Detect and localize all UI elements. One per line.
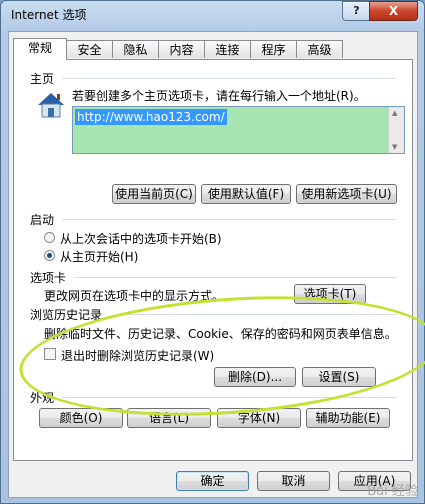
tabs-divider (74, 277, 396, 278)
appearance-divider (62, 397, 396, 398)
history-header: 浏览历史记录 (30, 308, 103, 322)
startup-homepage-label[interactable]: 从主页开始(H) (60, 248, 138, 265)
colors-button[interactable]: 颜色(O) (39, 408, 123, 428)
window-title: Internet 选项 (11, 8, 87, 22)
tab-privacy[interactable]: 隐私 (112, 40, 159, 58)
fonts-button[interactable]: 字体(N) (217, 408, 301, 428)
use-current-button[interactable]: 使用当前页(C) (112, 184, 196, 204)
accessibility-button[interactable]: 辅助功能(E) (306, 408, 390, 428)
homepage-header: 主页 (30, 72, 55, 86)
use-default-button[interactable]: 使用默认值(F) (201, 184, 291, 204)
tabs-section-header: 选项卡 (30, 271, 67, 285)
delete-history-button[interactable]: 删除(D)... (214, 367, 296, 387)
appearance-header: 外观 (30, 391, 55, 405)
internet-options-window: Internet 选项 ? X 常规 安全 隐私 内容 连接 程序 高级 主页 … (0, 0, 425, 504)
tabs-description: 更改网页在选项卡中的显示方式。 (44, 289, 225, 303)
startup-header: 启动 (30, 213, 55, 227)
startup-last-session-radio[interactable] (44, 232, 55, 243)
homepage-divider (62, 78, 396, 79)
title-bar[interactable]: Internet 选项 ? X (1, 1, 424, 27)
scroll-up-icon[interactable]: ▲ (392, 109, 397, 117)
homepage-url-input[interactable]: http://www.hao123.com/ ▲ ▼ (72, 106, 405, 154)
startup-divider (62, 219, 396, 220)
scroll-down-icon[interactable]: ▼ (392, 143, 397, 151)
url-scrollbar[interactable]: ▲ ▼ (388, 107, 404, 153)
ok-button[interactable]: 确定 (176, 471, 249, 491)
tab-connections[interactable]: 连接 (204, 40, 251, 58)
general-panel: 主页 若要创建多个主页选项卡，请在每行输入一个地址(R)。 http://www… (13, 59, 425, 461)
cancel-button[interactable]: 取消 (257, 471, 330, 491)
history-settings-button[interactable]: 设置(S) (302, 367, 376, 387)
dialog-client: 常规 安全 隐私 内容 连接 程序 高级 主页 若要创建多个主页选项卡，请在每行… (8, 31, 425, 498)
help-icon[interactable]: ? (342, 1, 371, 21)
delete-on-exit-label[interactable]: 退出时删除浏览历史记录(W) (61, 347, 214, 364)
tab-advanced[interactable]: 高级 (296, 40, 343, 58)
homepage-instruction: 若要创建多个主页选项卡，请在每行输入一个地址(R)。 (72, 89, 366, 103)
history-divider (118, 314, 396, 315)
close-icon[interactable]: X (369, 1, 418, 21)
home-icon (38, 93, 64, 118)
languages-button[interactable]: 语言(L) (127, 408, 211, 428)
history-description: 删除临时文件、历史记录、Cookie、保存的密码和网页表单信息。 (44, 327, 397, 341)
startup-homepage-radio[interactable] (44, 250, 55, 261)
tab-programs[interactable]: 程序 (250, 40, 297, 58)
homepage-url-value: http://www.hao123.com/ (75, 109, 227, 125)
delete-on-exit-checkbox[interactable] (44, 348, 56, 360)
tab-general[interactable]: 常规 (13, 38, 67, 60)
use-new-tab-button[interactable]: 使用新选项卡(U) (296, 184, 397, 204)
tabs-settings-button[interactable]: 选项卡(T) (294, 284, 366, 304)
tab-security[interactable]: 安全 (66, 40, 113, 58)
tab-content[interactable]: 内容 (158, 40, 205, 58)
startup-last-session-label[interactable]: 从上次会话中的选项卡开始(B) (60, 230, 222, 247)
watermark: Bai 经验 (367, 484, 418, 499)
